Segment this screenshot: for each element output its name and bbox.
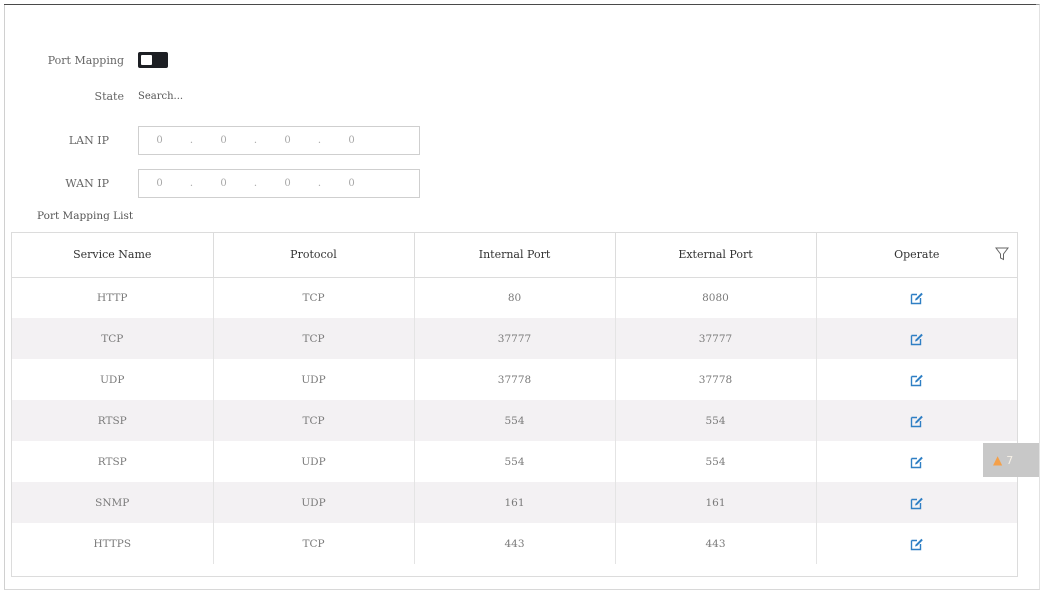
- operate-header-label: Operate: [894, 248, 940, 262]
- cell-operate: [816, 523, 1017, 564]
- cell-internal-port: 161: [414, 482, 616, 523]
- cell-protocol: UDP: [213, 359, 415, 400]
- edit-icon[interactable]: [910, 332, 924, 346]
- cell-internal-port: 80: [414, 277, 616, 318]
- table-row: SNMP UDP 161 161: [12, 482, 1017, 523]
- wan-ip-input[interactable]: 0 . 0 . 0 . 0: [138, 169, 420, 198]
- table-row: RTSP UDP 554 554: [12, 441, 1017, 482]
- cell-service-name: RTSP: [12, 400, 214, 441]
- edit-icon[interactable]: [910, 455, 924, 469]
- ip-octet[interactable]: 0: [331, 178, 372, 189]
- table-row: UDP UDP 37778 37778: [12, 359, 1017, 400]
- port-mapping-label: Port Mapping: [47, 53, 124, 67]
- column-header-operate: Operate: [816, 233, 1017, 278]
- ip-octet[interactable]: 0: [139, 178, 180, 189]
- cell-protocol: UDP: [213, 441, 415, 482]
- cell-service-name: SNMP: [12, 482, 214, 523]
- warning-count: 7: [1006, 453, 1014, 467]
- ip-octet[interactable]: 0: [203, 135, 244, 146]
- warning-icon: ▲: [993, 453, 1003, 467]
- top-divider: [4, 4, 1036, 5]
- edit-icon[interactable]: [910, 373, 924, 387]
- ip-octet[interactable]: 0: [331, 135, 372, 146]
- column-header-protocol: Protocol: [213, 233, 415, 278]
- state-label: State: [94, 90, 124, 103]
- table-row: RTSP TCP 554 554: [12, 400, 1017, 441]
- cell-internal-port: 443: [414, 523, 616, 564]
- port-mapping-row: Port Mapping: [0, 52, 168, 68]
- port-mapping-list-title: Port Mapping List: [37, 210, 134, 222]
- cell-internal-port: 37778: [414, 359, 616, 400]
- ip-dot: .: [317, 178, 322, 189]
- cell-operate: [816, 277, 1017, 318]
- edit-icon[interactable]: [910, 414, 924, 428]
- cell-external-port: 8080: [615, 277, 817, 318]
- cell-protocol: TCP: [213, 400, 415, 441]
- cell-service-name: HTTPS: [12, 523, 214, 564]
- port-mapping-toggle[interactable]: [138, 52, 168, 68]
- table-row: HTTPS TCP 443 443: [12, 523, 1017, 564]
- warning-badge[interactable]: ▲ 7: [983, 443, 1039, 477]
- wan-ip-row: WAN IP 0 . 0 . 0 . 0: [0, 169, 420, 198]
- edit-icon[interactable]: [910, 291, 924, 305]
- lan-ip-row: LAN IP 0 . 0 . 0 . 0: [0, 126, 420, 155]
- ip-dot: .: [253, 178, 258, 189]
- cell-service-name: UDP: [12, 359, 214, 400]
- cell-protocol: TCP: [213, 318, 415, 359]
- ip-octet[interactable]: 0: [267, 178, 308, 189]
- cell-external-port: 554: [615, 441, 817, 482]
- cell-operate: [816, 318, 1017, 359]
- cell-internal-port: 554: [414, 441, 616, 482]
- cell-service-name: RTSP: [12, 441, 214, 482]
- edit-icon[interactable]: [910, 537, 924, 551]
- cell-internal-port: 37777: [414, 318, 616, 359]
- edit-icon[interactable]: [910, 496, 924, 510]
- ip-octet[interactable]: 0: [267, 135, 308, 146]
- port-mapping-table: Service Name Protocol Internal Port Exte…: [11, 232, 1018, 577]
- state-value: Search...: [138, 91, 184, 102]
- cell-external-port: 443: [615, 523, 817, 564]
- ip-dot: .: [189, 178, 194, 189]
- ip-dot: .: [317, 135, 322, 146]
- state-row: State Search...: [0, 90, 184, 103]
- cell-operate: [816, 400, 1017, 441]
- lan-ip-input[interactable]: 0 . 0 . 0 . 0: [138, 126, 420, 155]
- cell-operate: [816, 482, 1017, 523]
- table-row: TCP TCP 37777 37777: [12, 318, 1017, 359]
- cell-operate: [816, 359, 1017, 400]
- cell-external-port: 37778: [615, 359, 817, 400]
- cell-protocol: TCP: [213, 523, 415, 564]
- column-header-external-port: External Port: [615, 233, 817, 278]
- cell-service-name: TCP: [12, 318, 214, 359]
- wan-ip-label: WAN IP: [65, 177, 109, 190]
- ip-dot: .: [253, 135, 258, 146]
- cell-external-port: 554: [615, 400, 817, 441]
- ip-octet[interactable]: 0: [203, 178, 244, 189]
- column-header-internal-port: Internal Port: [414, 233, 616, 278]
- cell-internal-port: 554: [414, 400, 616, 441]
- cell-service-name: HTTP: [12, 277, 214, 318]
- lan-ip-label: LAN IP: [68, 134, 109, 147]
- cell-external-port: 161: [615, 482, 817, 523]
- toggle-knob: [141, 55, 152, 65]
- filter-icon[interactable]: [994, 246, 1010, 262]
- cell-external-port: 37777: [615, 318, 817, 359]
- column-header-service-name: Service Name: [12, 233, 214, 278]
- ip-octet[interactable]: 0: [139, 135, 180, 146]
- cell-protocol: UDP: [213, 482, 415, 523]
- table-header-row: Service Name Protocol Internal Port Exte…: [12, 233, 1017, 278]
- cell-protocol: TCP: [213, 277, 415, 318]
- table-row: HTTP TCP 80 8080: [12, 277, 1017, 318]
- ip-dot: .: [189, 135, 194, 146]
